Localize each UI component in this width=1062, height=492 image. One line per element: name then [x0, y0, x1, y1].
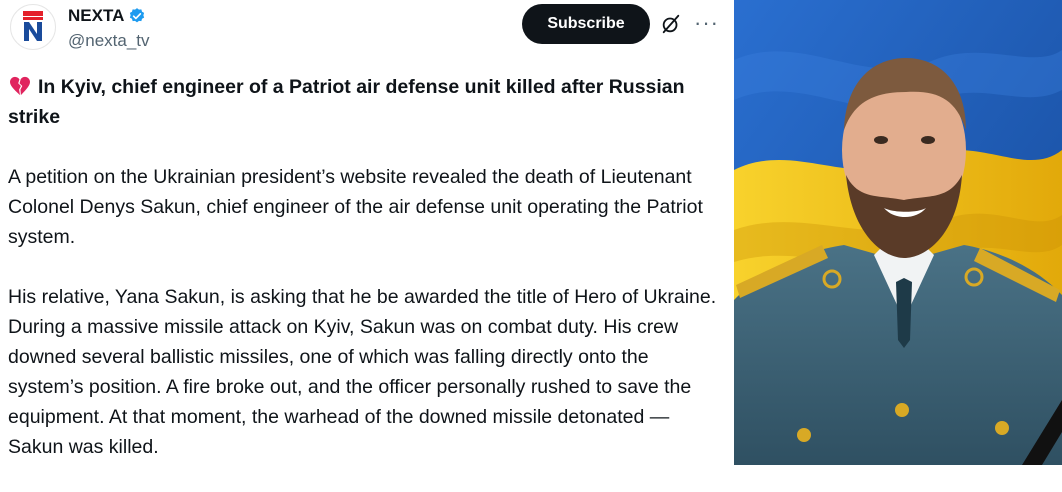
nexta-logo-icon [14, 8, 52, 46]
subscribe-button[interactable]: Subscribe [522, 4, 650, 44]
verified-badge-icon [130, 8, 145, 23]
officer-portrait-image [734, 0, 1062, 465]
author-name-text: NEXTA [68, 6, 125, 25]
post-headline: In Kyiv, chief engineer of a Patriot air… [8, 72, 720, 132]
avatar[interactable] [10, 4, 56, 50]
author-name[interactable]: NEXTA [68, 6, 146, 26]
author-handle[interactable]: @nexta_tv [68, 31, 150, 51]
post: NEXTA @nexta_tv Subscribe ··· In Kyiv, c… [0, 0, 730, 465]
post-paragraph: His relative, Yana Sakun, is asking that… [8, 286, 717, 458]
grok-icon[interactable] [660, 13, 682, 35]
more-icon[interactable]: ··· [694, 12, 719, 34]
post-text: In Kyiv, chief engineer of a Patriot air… [8, 72, 720, 492]
post-paragraph: A petition on the Ukrainian president’s … [8, 166, 703, 248]
broken-heart-icon [10, 76, 30, 96]
post-photo[interactable] [734, 0, 1062, 465]
post-headline-text: In Kyiv, chief engineer of a Patriot air… [8, 76, 685, 128]
